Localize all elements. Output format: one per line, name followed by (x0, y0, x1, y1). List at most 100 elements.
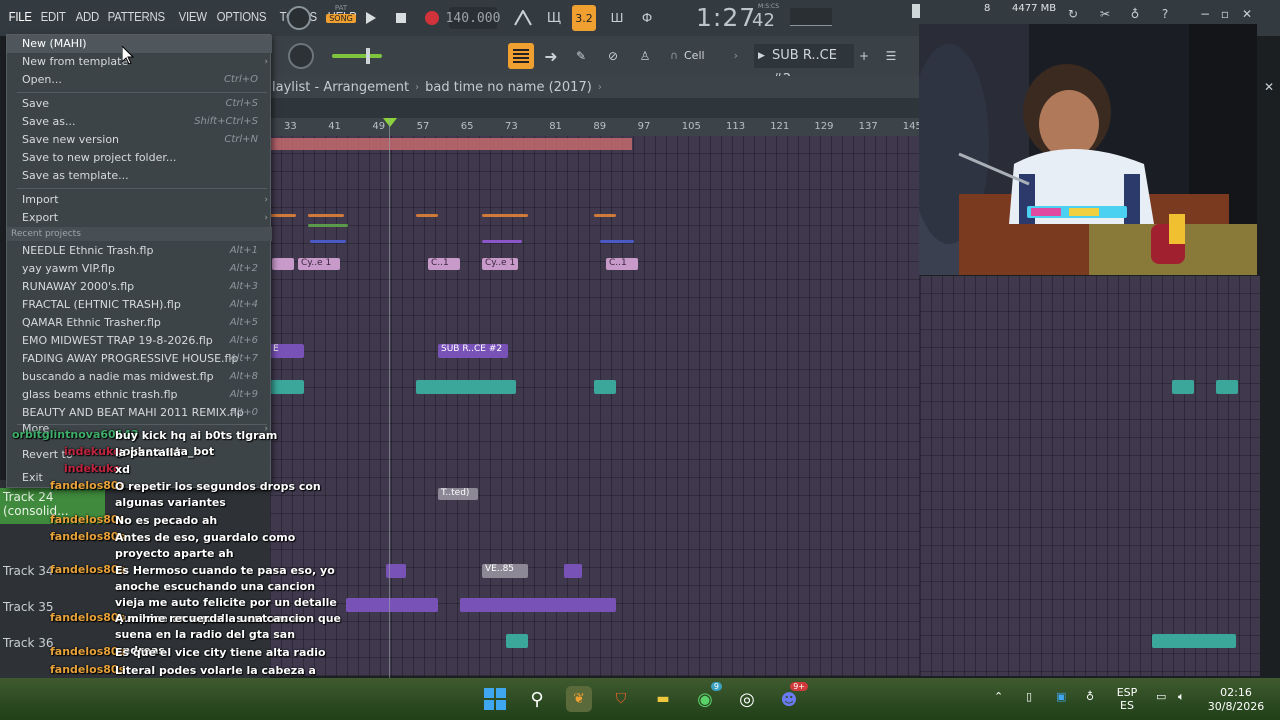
pattern-clip[interactable] (1152, 634, 1236, 648)
automation-clip[interactable] (270, 214, 296, 217)
arrow-tool-button[interactable]: ➜ (538, 43, 564, 69)
search-button[interactable]: ⚲ (524, 686, 550, 712)
undo-button[interactable]: ↻ (1062, 4, 1084, 24)
play-button[interactable] (360, 5, 382, 31)
pattern-selector[interactable]: ▶ SUB R..CE #2 (754, 44, 854, 87)
pattern-clip[interactable]: SUB R..CE #2 (438, 344, 508, 358)
loop-record-button[interactable]: Ф (634, 5, 660, 31)
mic-button[interactable]: ♁ (1124, 4, 1146, 24)
pattern-clip[interactable] (416, 380, 516, 394)
audio-clip[interactable]: VE..85 (482, 564, 528, 578)
menu-patterns[interactable]: PATTERNS (105, 9, 167, 24)
playlist-overview[interactable] (270, 98, 920, 118)
plugin-button[interactable]: ♙ (632, 43, 658, 69)
pattern-clip[interactable]: E (270, 344, 304, 358)
menu-item-open[interactable]: Open... Ctrl+O (7, 71, 272, 89)
tempo-display[interactable]: 140.000 (446, 7, 500, 29)
menu-item-save-to-folder[interactable]: Save to new project folder... (7, 149, 272, 167)
pattern-clip[interactable] (1216, 380, 1238, 394)
menu-item-save-as-template[interactable]: Save as template... (7, 167, 272, 185)
recent-project-item[interactable]: NEEDLE Ethnic Trash.flp Alt+1 (7, 242, 272, 260)
usb-tray-icon[interactable]: ▯ (1026, 690, 1032, 703)
playlist-title-bar[interactable]: laylist - Arrangement › bad time no name… (270, 76, 920, 98)
mic-tray-icon[interactable]: ♁ (1086, 690, 1094, 703)
wait-input-button[interactable]: Щ (541, 5, 567, 31)
link-tool-button[interactable]: ⊘ (600, 43, 626, 69)
whatsapp-button[interactable]: ◉ 9 (692, 682, 722, 712)
playlist-button[interactable] (508, 43, 534, 69)
pattern-clip[interactable]: C..1 (606, 258, 638, 270)
obs-button[interactable]: ◎ (734, 686, 760, 712)
tools-button[interactable]: ✂ (1094, 4, 1116, 24)
pattern-clip[interactable] (594, 380, 616, 394)
menu-item-save[interactable]: Save Ctrl+S (7, 95, 272, 113)
menu-item-save-new-version[interactable]: Save new version Ctrl+N (7, 131, 272, 149)
recent-project-item[interactable]: EMO MIDWEST TRAP 19-8-2026.flp Alt+6 (7, 332, 272, 350)
maximize-button[interactable]: ▫ (1216, 6, 1234, 22)
menu-item-import[interactable]: Import › (7, 191, 272, 209)
menu-file[interactable]: FILE (6, 9, 34, 24)
stop-button[interactable] (390, 5, 412, 31)
chat-username[interactable]: fandelos80s (50, 479, 125, 492)
recent-project-item[interactable]: QAMAR Ethnic Trasher.flp Alt+5 (7, 314, 272, 332)
pattern-clip[interactable] (506, 634, 528, 648)
automation-clip[interactable] (416, 214, 438, 217)
menu-edit[interactable]: EDIT (38, 9, 68, 24)
menu-item-new-from-template[interactable]: New from template › (7, 53, 272, 71)
brave-taskbar-button[interactable]: ⛉ (608, 686, 634, 712)
chat-username[interactable]: fandelos80s (50, 513, 125, 526)
pattern-clip[interactable] (1172, 380, 1194, 394)
recent-project-item[interactable]: buscando a nadie mas midwest.flp Alt+8 (7, 368, 272, 386)
automation-clip[interactable] (482, 240, 522, 243)
pattern-clip[interactable] (460, 598, 616, 612)
playlist-grid[interactable]: Cy..e 1 C..1 Cy..e 1 C..1 E SUB R..CE #2… (270, 136, 920, 676)
language-indicator[interactable]: ESP ES (1112, 686, 1142, 712)
add-pattern-button[interactable]: + (856, 43, 872, 69)
file-explorer-button[interactable]: ▬ (650, 686, 676, 712)
slider-handle[interactable] (366, 48, 370, 64)
pattern-clip[interactable]: C..1 (428, 258, 460, 270)
tray-overflow-button[interactable]: ⌃ (994, 690, 1003, 703)
menu-item-save-as[interactable]: Save as... Shift+Ctrl+S (7, 113, 272, 131)
automation-clip[interactable] (310, 240, 346, 243)
pattern-clip[interactable]: Cy..e 1 (482, 258, 518, 270)
chat-username[interactable]: fandelos80s (50, 611, 125, 624)
menu-item-export[interactable]: Export › (7, 209, 272, 227)
pattern-clip[interactable] (346, 598, 438, 612)
fl-studio-taskbar-button[interactable]: ❦ (566, 686, 592, 712)
mixer-button[interactable]: ☰ (878, 43, 904, 69)
pattern-clip[interactable] (564, 564, 582, 578)
start-button[interactable] (482, 686, 508, 712)
clock[interactable]: 02:16 30/8/2026 (1200, 686, 1272, 714)
chat-username[interactable]: indekuko (64, 445, 121, 458)
recent-project-item[interactable]: FADING AWAY PROGRESSIVE HOUSE.flp Alt+7 (7, 350, 272, 368)
song-time-display[interactable]: 1:27 42 M:S:CS (690, 0, 800, 36)
recent-project-item[interactable]: FRACTAL (EHTNIC TRASH).flp Alt+4 (7, 296, 272, 314)
automation-clip[interactable] (594, 214, 616, 217)
pat-song-toggle[interactable]: PAT SONG (326, 4, 356, 32)
volume-tray-icon[interactable]: 🔈︎ (1178, 690, 1185, 704)
step-button[interactable]: 3.2 (572, 5, 596, 31)
chat-username[interactable]: indekuko (64, 462, 121, 475)
close-button[interactable]: ✕ (1238, 6, 1256, 22)
chat-username[interactable]: fandelos80s (50, 663, 125, 676)
playhead-marker[interactable] (383, 118, 397, 127)
chat-username[interactable]: fandelos80s (50, 530, 125, 543)
automation-clip[interactable] (308, 224, 348, 227)
chat-username[interactable]: fandelos80s (50, 563, 125, 576)
automation-clip[interactable] (482, 214, 528, 217)
recent-project-item[interactable]: yay yawm VIP.flp Alt+2 (7, 260, 272, 278)
playlist-close-button[interactable]: ✕ (1260, 78, 1278, 96)
recent-project-item[interactable]: glass beams ethnic trash.flp Alt+9 (7, 386, 272, 404)
metronome-button[interactable] (510, 5, 536, 31)
help-button[interactable]: ? (1154, 4, 1176, 24)
menu-view[interactable]: VIEW (176, 9, 209, 24)
pattern-clip[interactable] (270, 380, 304, 394)
menu-item-new[interactable]: New (MAHI) (7, 35, 272, 53)
pitch-knob[interactable] (288, 43, 314, 69)
automation-clip[interactable] (308, 214, 344, 217)
pencil-tool-button[interactable]: ✎ (568, 43, 594, 69)
audio-clip[interactable]: T..ted) (438, 488, 478, 500)
menu-add[interactable]: ADD (73, 9, 102, 24)
menu-options[interactable]: OPTIONS (214, 9, 269, 24)
